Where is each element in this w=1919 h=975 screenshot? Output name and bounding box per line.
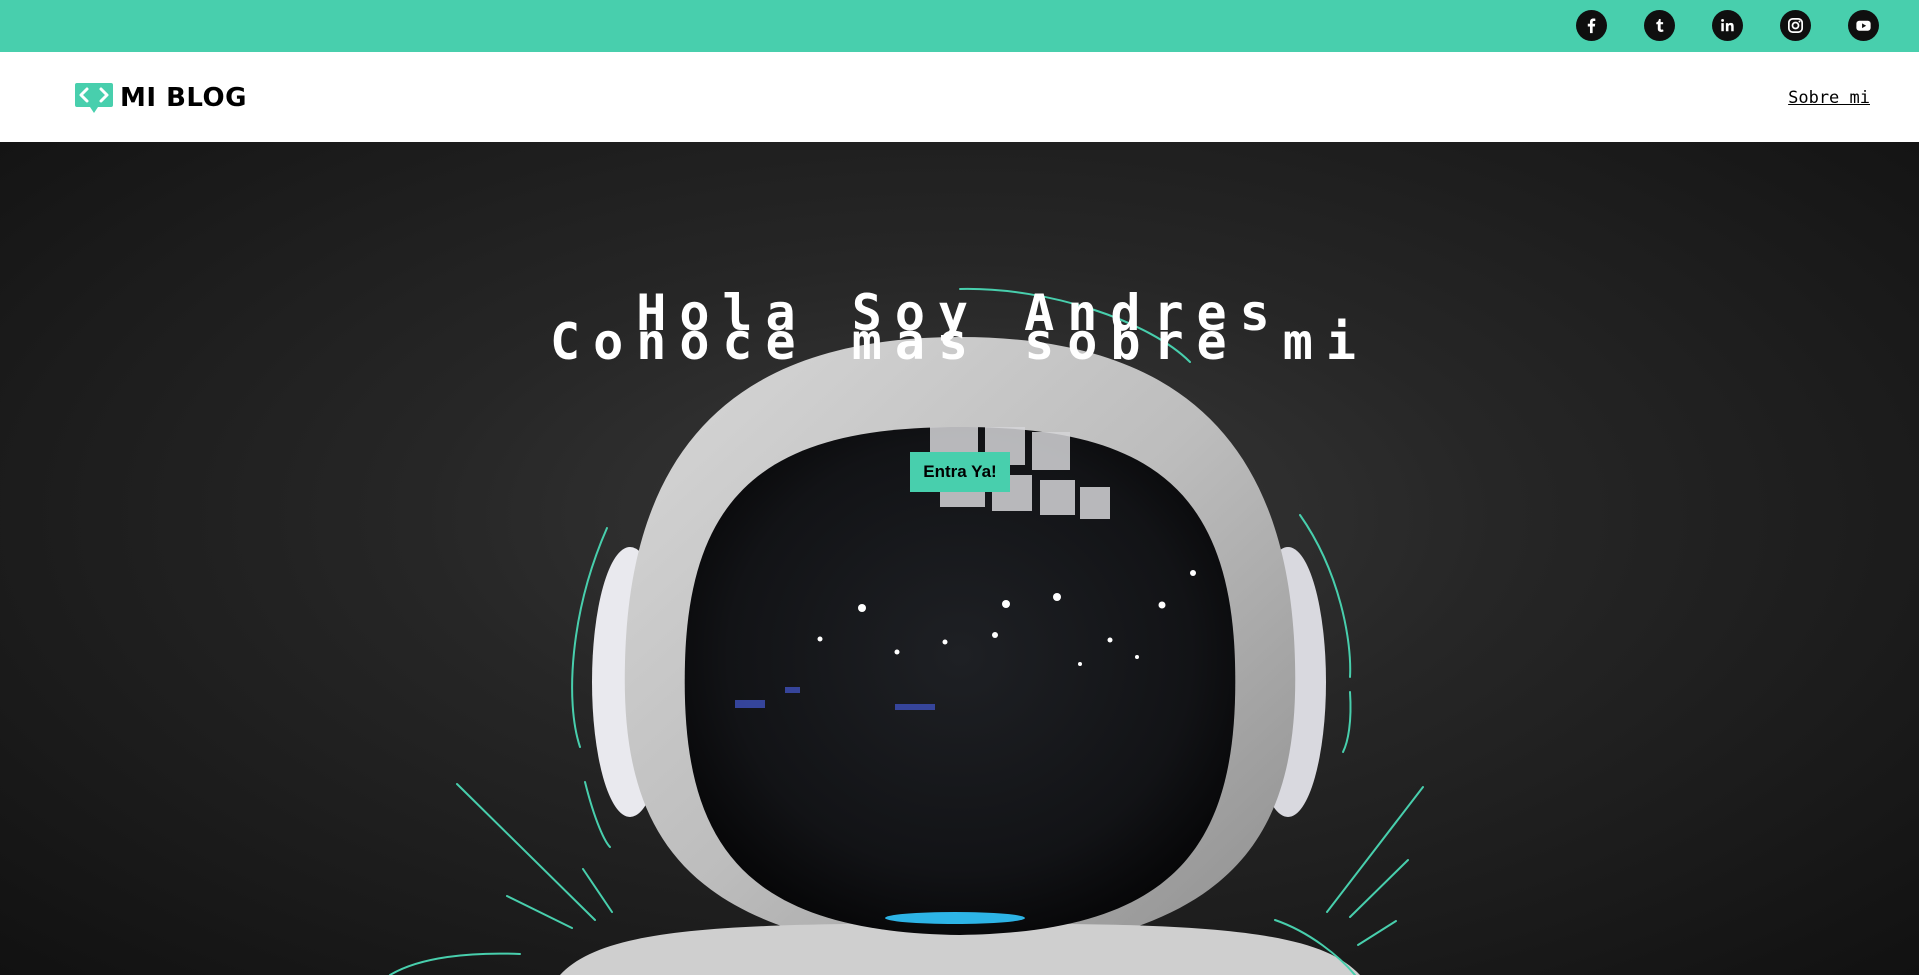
youtube-icon[interactable] [1848, 10, 1879, 41]
tumblr-icon[interactable] [1644, 10, 1675, 41]
linkedin-icon[interactable] [1712, 10, 1743, 41]
top-social-bar [0, 0, 1919, 52]
astronaut-robot-illustration [389, 287, 1424, 975]
hero-subtitle: Conoce mas sobre mi [550, 313, 1369, 371]
hero-section: Hola Soy Andres Conoce mas sobre mi Entr… [0, 142, 1919, 975]
nav-link-sobre-mi[interactable]: Sobre mi [1788, 88, 1870, 108]
logo-text: MI BLOG [120, 83, 247, 113]
instagram-icon[interactable] [1780, 10, 1811, 41]
blog-logo[interactable]: MI BLOG [74, 82, 247, 114]
main-navbar: MI BLOG Sobre mi [0, 52, 1919, 142]
code-speech-bubble-icon [75, 83, 113, 113]
entra-ya-button[interactable]: Entra Ya! [910, 452, 1010, 492]
social-links [1576, 10, 1879, 41]
facebook-icon[interactable] [1576, 10, 1607, 41]
